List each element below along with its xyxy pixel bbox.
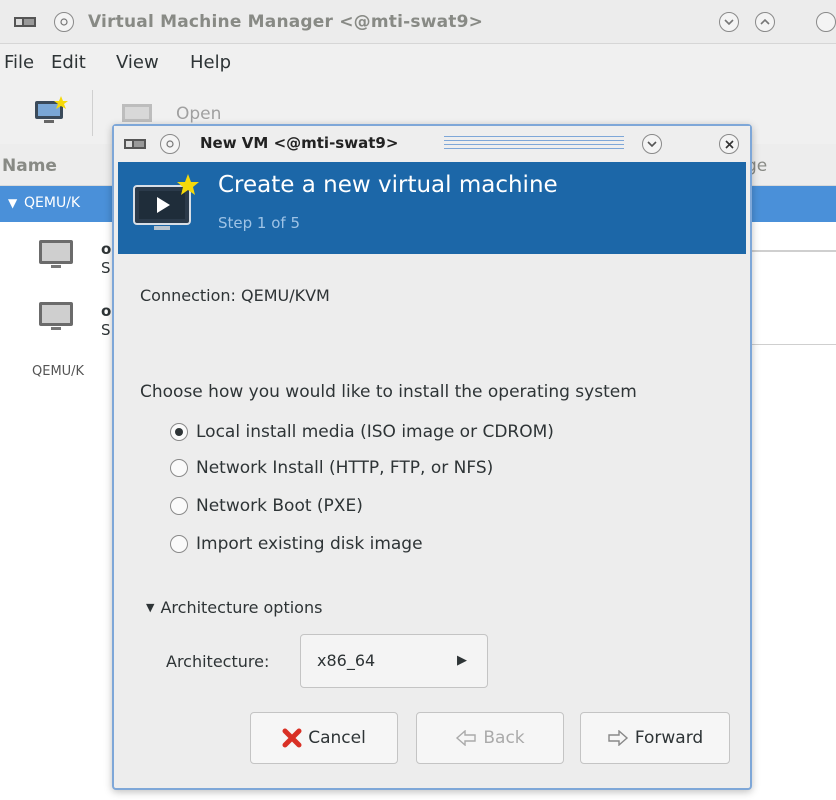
vm-status: S bbox=[101, 321, 111, 339]
vm-name: o bbox=[101, 302, 112, 320]
monitor-icon bbox=[38, 300, 76, 338]
architecture-label: Architecture: bbox=[166, 652, 270, 671]
minimize-button[interactable] bbox=[642, 134, 662, 154]
vm-name: o bbox=[101, 240, 112, 258]
menubar: File Edit View Help bbox=[0, 44, 836, 82]
forward-button[interactable]: Forward bbox=[580, 712, 730, 764]
forward-arrow-icon bbox=[607, 730, 629, 746]
toolbar-separator bbox=[92, 90, 93, 136]
wizard-step: Step 1 of 5 bbox=[218, 214, 301, 232]
close-button[interactable] bbox=[816, 12, 836, 32]
menu-file[interactable]: File bbox=[4, 52, 34, 73]
radio-label: Network Boot (PXE) bbox=[196, 496, 363, 516]
minimize-button[interactable] bbox=[719, 12, 739, 32]
usage-graph bbox=[746, 250, 836, 256]
collapse-arrow-icon[interactable]: ▼ bbox=[8, 196, 17, 210]
menu-help[interactable]: Help bbox=[190, 52, 231, 73]
back-button[interactable]: Back bbox=[416, 712, 564, 764]
menu-view[interactable]: View bbox=[116, 52, 159, 73]
close-button[interactable] bbox=[719, 134, 739, 154]
radio-network-boot[interactable]: Network Boot (PXE) bbox=[170, 496, 363, 516]
cancel-button[interactable]: Cancel bbox=[250, 712, 398, 764]
virt-manager-app-icon bbox=[124, 136, 146, 155]
expander-label: Architecture options bbox=[160, 598, 323, 617]
expander-arrow-icon[interactable]: ▼ bbox=[146, 601, 154, 614]
window-menu-button[interactable] bbox=[160, 134, 180, 154]
wizard-headline: Create a new virtual machine bbox=[218, 172, 558, 198]
vm-status: S bbox=[101, 259, 111, 277]
architecture-select[interactable]: x86_64 ▶ bbox=[300, 634, 488, 688]
connection-label: Connection: QEMU/KVM bbox=[140, 286, 330, 305]
dialog-titlebar: New VM <@mti-swat9> bbox=[114, 126, 750, 162]
radio-unselected-icon[interactable] bbox=[170, 497, 188, 515]
main-titlebar: Virtual Machine Manager <@mti-swat9> bbox=[0, 0, 836, 44]
monitor-icon bbox=[38, 238, 76, 276]
connection-ghost-label: QEMU/K bbox=[32, 364, 85, 379]
radio-local-install[interactable]: Local install media (ISO image or CDROM) bbox=[170, 422, 554, 442]
open-label[interactable]: Open bbox=[176, 104, 221, 124]
forward-label: Forward bbox=[634, 728, 704, 748]
radio-label: Import existing disk image bbox=[196, 534, 423, 554]
wizard-banner: Create a new virtual machine Step 1 of 5 bbox=[118, 162, 746, 254]
main-window-title: Virtual Machine Manager <@mti-swat9> bbox=[88, 12, 484, 32]
new-vm-icon[interactable] bbox=[34, 96, 68, 130]
radio-unselected-icon[interactable] bbox=[170, 535, 188, 553]
titlebar-grip bbox=[444, 136, 624, 152]
menu-edit[interactable]: Edit bbox=[51, 52, 86, 73]
back-label: Back bbox=[483, 728, 525, 748]
cancel-label: Cancel bbox=[308, 728, 366, 748]
column-name[interactable]: Name bbox=[2, 156, 57, 176]
window-menu-button[interactable] bbox=[54, 12, 74, 32]
dialog-title: New VM <@mti-swat9> bbox=[200, 134, 399, 152]
radio-label: Network Install (HTTP, FTP, or NFS) bbox=[196, 458, 494, 478]
back-arrow-icon bbox=[455, 730, 477, 746]
virt-manager-app-icon bbox=[14, 14, 36, 33]
architecture-value: x86_64 bbox=[317, 651, 376, 670]
architecture-expander[interactable]: ▼ Architecture options bbox=[146, 598, 322, 617]
maximize-button[interactable] bbox=[755, 12, 775, 32]
caret-right-icon: ▶ bbox=[457, 653, 467, 668]
install-method-prompt: Choose how you would like to install the… bbox=[140, 382, 637, 402]
radio-selected-icon[interactable] bbox=[170, 423, 188, 441]
radio-unselected-icon[interactable] bbox=[170, 459, 188, 477]
connection-row-label: QEMU/K bbox=[24, 195, 81, 211]
new-vm-dialog: New VM <@mti-swat9> Create a new virtual… bbox=[112, 124, 752, 790]
radio-label: Local install media (ISO image or CDROM) bbox=[196, 422, 554, 442]
cancel-icon bbox=[282, 728, 302, 748]
radio-network-install[interactable]: Network Install (HTTP, FTP, or NFS) bbox=[170, 458, 493, 478]
row-divider bbox=[746, 344, 836, 345]
radio-import-disk[interactable]: Import existing disk image bbox=[170, 534, 423, 554]
new-vm-icon bbox=[132, 174, 202, 244]
